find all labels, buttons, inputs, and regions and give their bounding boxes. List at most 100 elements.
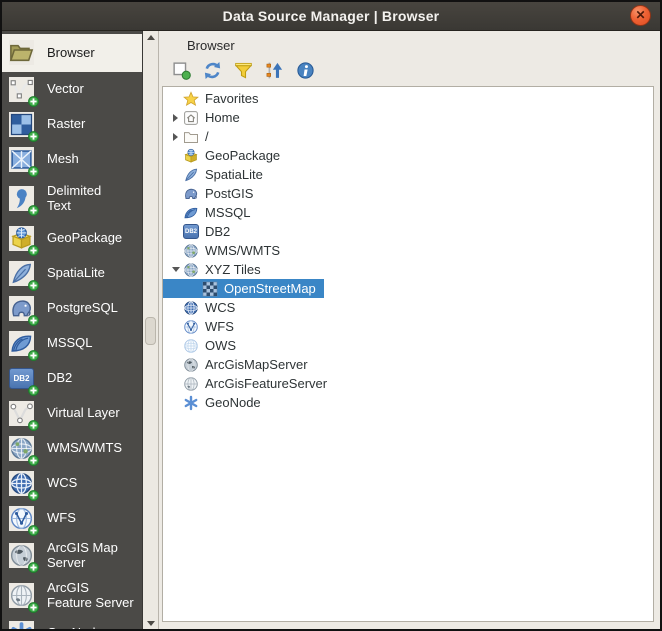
expander-collapsed-icon[interactable] [173,132,178,141]
tree-item-openstreetmap[interactable]: OpenStreetMap [163,279,324,298]
sidebar-tab-wms-wmts[interactable]: WMS/WMTS [2,431,142,466]
sidebar-tab-raster[interactable]: Raster [2,107,142,142]
sidebar-tab-label: DB2 [47,370,73,386]
sidebar-tab-geonode[interactable]: GeoNode [2,616,142,629]
scrollbar-thumb[interactable] [145,316,156,345]
browser-folder-icon [9,39,39,67]
tree-item-db2[interactable]: DB2 DB2 [163,222,238,241]
comma-icon [9,185,39,213]
tree-item-label: OpenStreetMap [224,281,316,296]
arcgis-feature-server-globe-icon [9,582,39,610]
sidebar-tab-arcgis-map-server[interactable]: ArcGIS Map Server [2,536,142,576]
xyz-globe-icon [183,262,199,278]
data-source-manager-dialog: Data Source Manager | Browser ✕ Browser … [0,0,662,631]
add-selected-layers-button[interactable] [169,58,193,82]
tree-item-label: GeoPackage [205,148,281,163]
mesh-layer-icon [9,146,39,174]
mssql-icon [9,330,39,358]
sidebar-tab-delimited-text[interactable]: Delimited Text [2,177,142,221]
sidebar-scrollbar[interactable] [142,31,159,629]
sidebar-tab-geopackage[interactable]: GeoPackage [2,221,142,256]
geopackage-icon [183,148,199,164]
sidebar-tab-label: Raster [47,116,86,132]
virtual-layer-icon [9,400,39,428]
properties-button[interactable] [293,58,317,82]
tree-item-label: GeoNode [205,395,261,410]
tree-item-label: SpatiaLite [205,167,263,182]
sidebar-tab-postgresql[interactable]: PostgreSQL [2,291,142,326]
tree-item-wms-wmts[interactable]: WMS/WMTS [163,241,288,260]
refresh-icon [203,61,222,80]
wms-globe-icon [183,243,199,259]
add-plus-icon [28,455,39,466]
vector-layer-icon [9,76,39,104]
tree-item-mssql[interactable]: MSSQL [163,203,259,222]
add-plus-icon [28,385,39,396]
tree-item-arcgismapserver[interactable]: ArcGisMapServer [163,355,316,374]
scroll-up-icon[interactable] [146,35,155,40]
filter-browser-button[interactable] [231,58,255,82]
expander-expanded-icon[interactable] [171,267,180,272]
tree-item-home[interactable]: Home [163,108,248,127]
collapse-all-button[interactable] [262,58,286,82]
tree-item-label: / [205,129,209,144]
add-plus-icon [28,280,39,291]
tree-item-label: ArcGisFeatureServer [205,376,328,391]
add-selected-layers-icon [172,61,191,80]
tree-item-wcs[interactable]: WCS [163,298,243,317]
tree-item-arcgisfeatureserver[interactable]: ArcGisFeatureServer [163,374,335,393]
browser-toolbar [169,58,317,82]
tree-item-root[interactable]: / [163,127,217,146]
arcgis-map-server-globe-icon [183,357,199,373]
sidebar-tab-label: ArcGIS Map Server [47,540,118,570]
sidebar-tab-mssql[interactable]: MSSQL [2,326,142,361]
sidebar-tab-db2[interactable]: DB2 DB2 [2,361,142,396]
add-plus-icon [28,562,39,573]
tree-item-geopackage[interactable]: GeoPackage [163,146,288,165]
refresh-button[interactable] [200,58,224,82]
geonode-icon [183,395,199,411]
sidebar-tab-label: WMS/WMTS [47,440,123,456]
titlebar[interactable]: Data Source Manager | Browser ✕ [2,2,660,31]
sidebar-tab-wfs[interactable]: WFS [2,501,142,536]
sidebar-tab-label: WCS [47,475,78,491]
wcs-globe-icon [9,470,39,498]
arcgis-map-server-globe-icon [9,542,39,570]
geopackage-icon [9,225,39,253]
sidebar-tab-label: Browser [47,44,95,60]
sidebar-tab-browser[interactable]: Browser [2,34,142,72]
browser-tree: Favorites Home / GeoPackage SpatiaLite P… [162,86,654,622]
browser-panel: Browser Favorites Home / GeoPackage Spat… [159,31,660,629]
tree-item-wfs[interactable]: WFS [163,317,242,336]
sidebar-tab-vector[interactable]: Vector [2,72,142,107]
sidebar-tab-arcgis-feature-server[interactable]: ArcGIS Feature Server [2,576,142,616]
add-plus-icon [28,315,39,326]
sidebar-tab-spatialite[interactable]: SpatiaLite [2,256,142,291]
add-plus-icon [28,131,39,142]
sidebar-tab-label: ArcGIS Feature Server [47,580,134,610]
postgis-elephant-icon [183,186,199,202]
expander-collapsed-icon[interactable] [173,113,178,122]
sidebar-tab-wcs[interactable]: WCS [2,466,142,501]
tree-item-spatialite[interactable]: SpatiaLite [163,165,271,184]
tree-item-postgis[interactable]: PostGIS [163,184,261,203]
filter-browser-icon [234,61,253,80]
close-button[interactable]: ✕ [630,5,651,26]
tree-item-favorites[interactable]: Favorites [163,89,266,108]
add-plus-icon [28,490,39,501]
sidebar-tab-virtual-layer[interactable]: Virtual Layer [2,396,142,431]
folder-icon [183,129,199,145]
tree-item-geonode[interactable]: GeoNode [163,393,269,412]
tree-item-xyz-tiles[interactable]: XYZ Tiles [163,260,269,279]
add-plus-icon [28,525,39,536]
scroll-down-icon[interactable] [146,621,155,626]
sidebar-tab-label: MSSQL [47,335,93,351]
close-icon: ✕ [635,8,646,22]
tree-item-label: DB2 [205,224,231,239]
tree-item-ows[interactable]: OWS [163,336,244,355]
sidebar-tab-mesh[interactable]: Mesh [2,142,142,177]
ows-globe-icon [183,338,199,354]
sidebar-tab-label: Vector [47,81,84,97]
arcgis-feature-server-globe-icon [183,376,199,392]
sidebar-tab-label: WFS [47,510,76,526]
